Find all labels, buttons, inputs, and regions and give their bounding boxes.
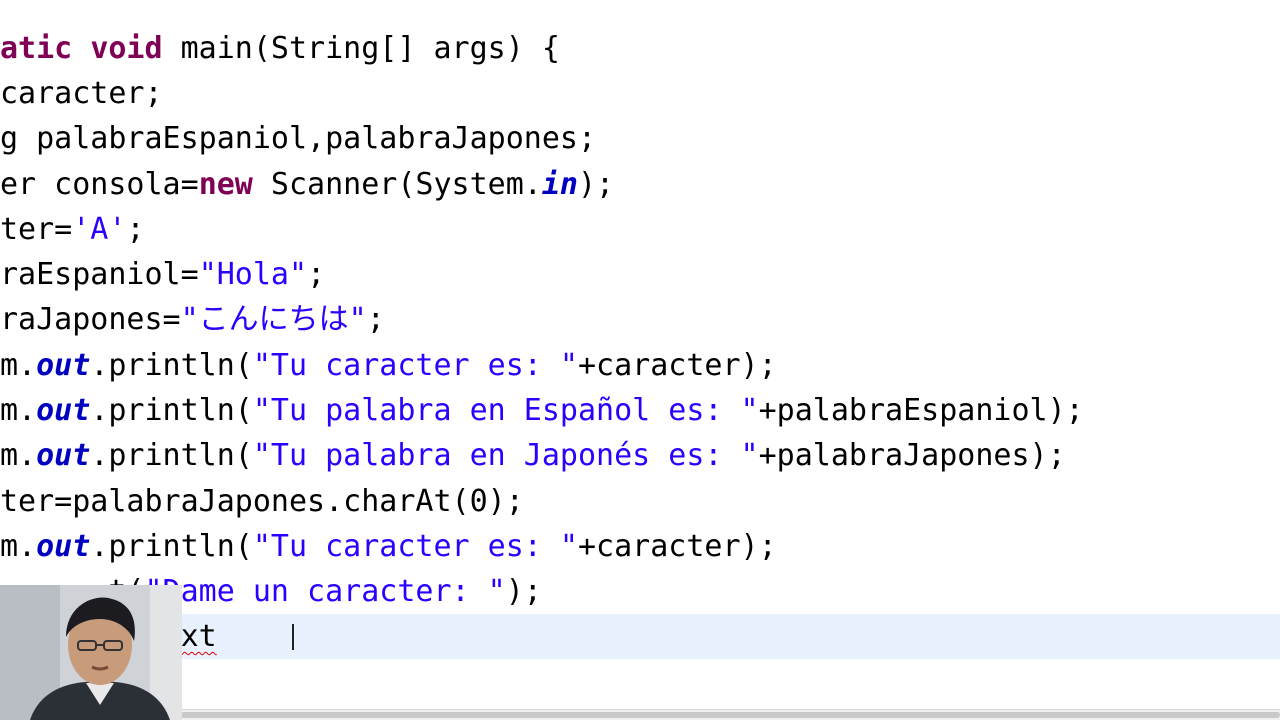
code-token: ; [366,302,385,337]
code-line-5[interactable]: ter='A'; [0,207,145,252]
code-token: caracter; [0,76,163,111]
code-token: out [36,393,91,428]
code-token: g palabraEspaniol,palabraJapones; [0,121,597,156]
code-token: "Tu palabra en Japonés es: " [252,438,759,473]
code-token: void [90,31,181,66]
code-line-2[interactable]: caracter; [0,71,163,116]
code-token: m. [0,348,37,383]
code-token: "Hola" [198,257,308,292]
code-token: ); [577,167,615,202]
presenter-video-image [0,585,182,720]
code-token: +caracter); [577,529,777,564]
code-token: main(String[] args) { [180,31,560,66]
code-token: raEspaniol= [0,257,199,292]
code-editor[interactable]: atic void main(String[] args) { caracter… [0,0,1280,720]
code-token: "Tu palabra en Español es: " [252,393,759,428]
code-token: m. [0,438,37,473]
code-token: .println( [90,529,253,564]
code-token: ; [307,257,326,292]
code-token: out [36,438,91,473]
code-line-4[interactable]: er consola=new Scanner(System.in); [0,162,614,207]
code-token: "こんにちは" [180,302,367,337]
code-line-3[interactable]: g palabraEspaniol,palabraJapones; [0,116,596,161]
code-token: "Tu caracter es: " [252,529,578,564]
code-token: "Tu caracter es: " [252,348,578,383]
code-token: .println( [90,438,253,473]
code-line-9[interactable]: m.out.println("Tu palabra en Español es:… [0,388,1084,433]
code-token: .println( [90,393,253,428]
text-cursor [292,624,294,650]
code-line-10[interactable]: m.out.println("Tu palabra en Japonés es:… [0,433,1066,478]
horizontal-scrollbar[interactable] [0,709,1280,720]
code-token: in [541,167,578,202]
code-line-8[interactable]: m.out.println("Tu caracter es: "+caracte… [0,343,777,388]
code-token: m. [0,529,37,564]
code-token: +palabraJapones); [758,438,1066,473]
code-token: ); [505,574,542,609]
code-token: out [36,529,91,564]
code-token: raJapones= [0,302,181,337]
code-token: m. [0,393,37,428]
code-token: Scanner(System. [252,167,542,202]
code-token: ter= [0,212,73,247]
code-token: er consola= [0,167,199,202]
code-token: out [36,348,91,383]
horizontal-scrollbar-thumb[interactable] [180,712,1280,718]
code-token: +palabraEspaniol); [758,393,1084,428]
code-token: 'A' [72,212,127,247]
code-token: ter=palabraJapones.charAt(0); [0,484,524,519]
code-token: "Dame un caracter: " [144,574,506,609]
code-token: +caracter); [577,348,777,383]
code-token: atic [0,31,91,66]
code-line-7[interactable]: raJapones="こんにちは"; [0,297,385,342]
code-line-12[interactable]: m.out.println("Tu caracter es: "+caracte… [0,524,777,569]
code-line-1[interactable]: atic void main(String[] args) { [0,26,560,71]
code-token: .println( [90,348,253,383]
code-line-11[interactable]: ter=palabraJapones.charAt(0); [0,479,524,524]
code-token: ; [126,212,145,247]
code-token: new [198,167,253,202]
code-line-6[interactable]: raEspaniol="Hola"; [0,252,325,297]
webcam-overlay [0,585,182,720]
